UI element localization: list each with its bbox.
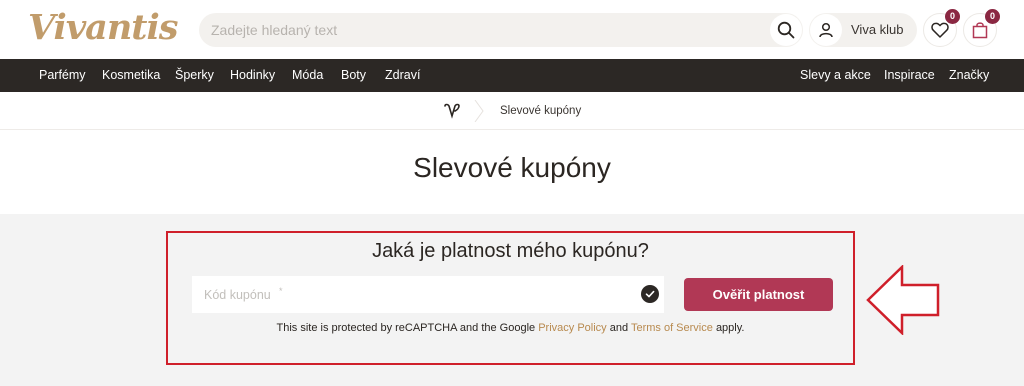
coupon-question-heading: Jaká je platnost mého kupónu? — [372, 240, 649, 262]
user-icon — [810, 14, 842, 46]
nav-item-moda[interactable]: Móda — [292, 59, 323, 92]
cart-button[interactable]: 0 — [963, 9, 1000, 47]
search-bar — [199, 13, 803, 47]
cart-count-badge: 0 — [985, 9, 1000, 24]
recaptcha-notice: This site is protected by reCAPTCHA and … — [166, 322, 855, 334]
breadcrumb: Slevové kupóny — [0, 92, 1024, 130]
recaptcha-apply: apply. — [715, 322, 745, 334]
coupon-code-input[interactable] — [204, 276, 624, 313]
nav-item-zdravi[interactable]: Zdraví — [385, 59, 420, 92]
checkmark-icon — [641, 285, 659, 303]
vivantis-logo[interactable]: Vivantis — [28, 8, 180, 48]
viva-club-button[interactable]: Viva klub — [809, 13, 917, 47]
search-icon — [777, 21, 795, 39]
nav-item-parfemy[interactable]: Parfémy — [39, 59, 86, 92]
left-arrow-annotation-icon — [866, 265, 940, 335]
nav-item-boty[interactable]: Boty — [341, 59, 366, 92]
wishlist-count-badge: 0 — [945, 9, 960, 24]
site-header: Vivantis Viva klub 0 0 — [0, 0, 1024, 59]
coupon-field: * — [192, 276, 664, 313]
terms-of-service-link[interactable]: Terms of Service — [631, 322, 713, 334]
search-input[interactable] — [211, 13, 751, 47]
nav-item-sperky[interactable]: Šperky — [175, 59, 214, 92]
wishlist-button[interactable]: 0 — [923, 9, 960, 47]
required-mark: * — [279, 286, 283, 296]
nav-item-slevy-a-akce[interactable]: Slevy a akce — [800, 59, 871, 92]
breadcrumb-separator-icon — [474, 100, 484, 122]
recaptcha-text: This site is protected by reCAPTCHA and … — [276, 322, 536, 334]
privacy-policy-link[interactable]: Privacy Policy — [538, 322, 606, 334]
nav-item-kosmetika[interactable]: Kosmetika — [102, 59, 160, 92]
nav-item-inspirace[interactable]: Inspirace — [884, 59, 935, 92]
heart-icon — [931, 22, 949, 38]
shopping-bag-icon — [972, 22, 988, 39]
page-title: Slevové kupóny — [413, 152, 611, 183]
viva-club-label: Viva klub — [851, 22, 904, 37]
search-button[interactable] — [770, 14, 802, 46]
main-navigation: Parfémy Kosmetika Šperky Hodinky Móda Bo… — [0, 59, 1024, 92]
verify-validity-button[interactable]: Ověřit platnost — [684, 278, 833, 311]
home-logo-icon[interactable] — [443, 102, 461, 120]
breadcrumb-current: Slevové kupóny — [500, 105, 582, 117]
nav-item-hodinky[interactable]: Hodinky — [230, 59, 275, 92]
logo-text: Vivantis — [28, 7, 178, 48]
nav-item-znacky[interactable]: Značky — [949, 59, 989, 92]
recaptcha-and: and — [609, 322, 629, 334]
